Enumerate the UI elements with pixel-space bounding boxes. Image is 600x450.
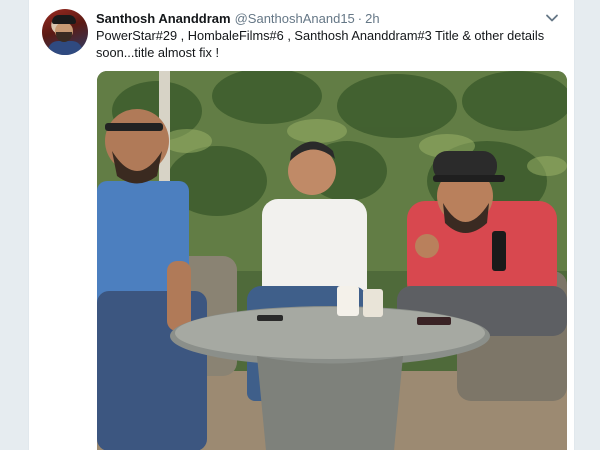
tweet-header: Santhosh Ananddram @SanthoshAnand15 · 2h (96, 9, 560, 27)
chevron-down-icon[interactable] (544, 10, 560, 26)
avatar[interactable] (42, 9, 88, 55)
meta-separator: · (357, 10, 363, 26)
tweet-timestamp[interactable]: 2h (365, 11, 379, 26)
display-name[interactable]: Santhosh Ananddram (96, 11, 231, 26)
photo-illustration (97, 71, 567, 450)
tweet-photo[interactable] (97, 71, 567, 450)
user-handle[interactable]: @SanthoshAnand15 (235, 11, 355, 26)
avatar-shirt (48, 41, 82, 55)
tweet-card[interactable]: Santhosh Ananddram @SanthoshAnand15 · 2h… (28, 0, 575, 450)
avatar-hat (52, 15, 76, 24)
tweet-text: PowerStar#29 , HombaleFilms#6 , Santhosh… (96, 28, 545, 60)
